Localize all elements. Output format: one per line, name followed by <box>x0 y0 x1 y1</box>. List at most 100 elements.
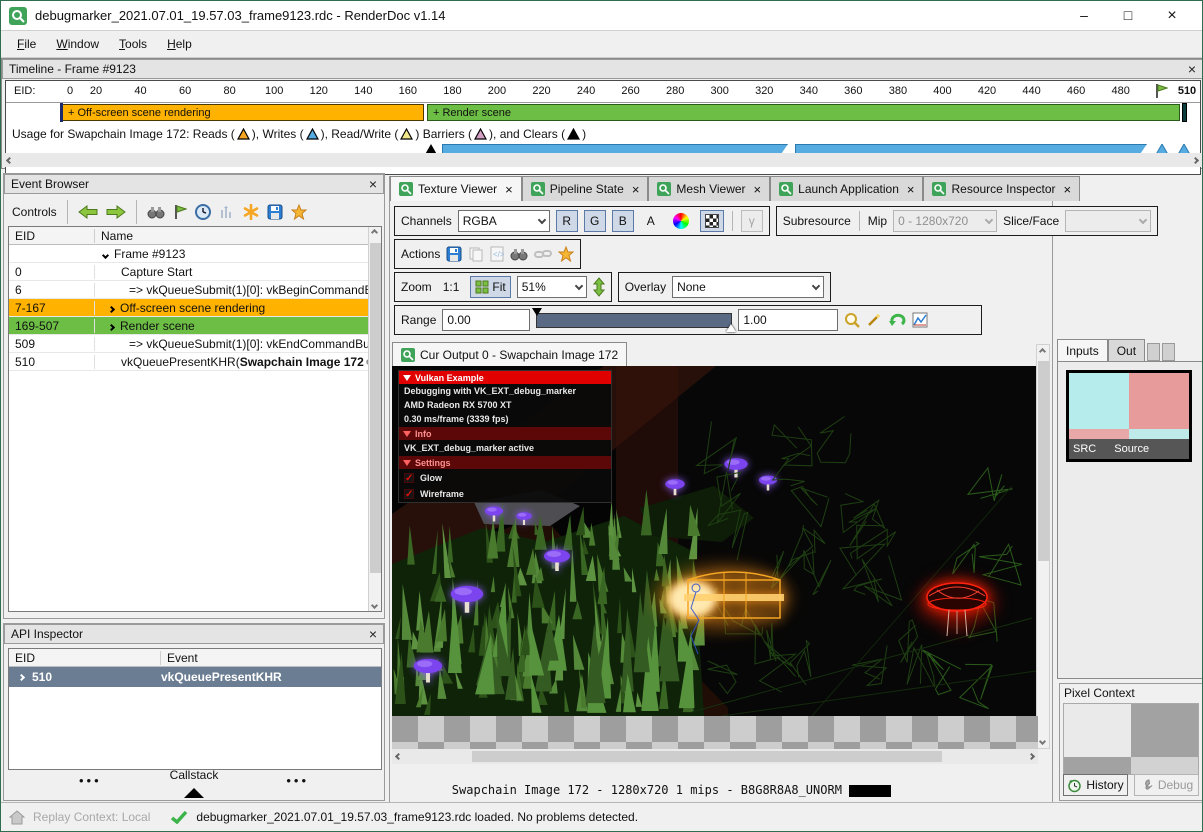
tab-scroll-left-button[interactable] <box>1147 343 1160 361</box>
tab-inputs[interactable]: Inputs <box>1057 339 1108 361</box>
range-black-point-handle[interactable] <box>532 308 542 316</box>
bookmark-list-icon[interactable] <box>243 204 259 220</box>
eid-column-header[interactable]: EID <box>9 229 95 243</box>
event-row[interactable]: 7-167Off-screen scene rendering <box>9 299 381 317</box>
range-slider[interactable] <box>536 310 732 330</box>
zoom-1to1-button[interactable]: 1:1 <box>438 276 465 298</box>
range-max-input[interactable]: 1.00 <box>738 309 838 331</box>
pixel-debug-button[interactable]: Debug <box>1134 774 1199 796</box>
open-shader-icon[interactable]: </> <box>490 246 504 262</box>
event-row[interactable]: Frame #9123 <box>9 245 381 263</box>
tab-texture-viewer[interactable]: Texture Viewer× <box>390 176 522 201</box>
export-events-icon[interactable] <box>267 204 283 220</box>
red-channel-button[interactable]: R <box>556 210 578 232</box>
tab-scroll-right-button[interactable] <box>1162 343 1175 361</box>
gamma-button[interactable]: γ <box>741 210 763 232</box>
zoom-fit-button[interactable]: Fit <box>470 276 510 298</box>
minimize-button[interactable]: – <box>1062 7 1106 25</box>
event-list-vscrollbar[interactable] <box>368 227 381 611</box>
imgui-line: Debugging with VK_EXT_debug_marker <box>399 384 611 398</box>
color-wheel-button[interactable] <box>668 210 694 232</box>
timeline-close-icon[interactable]: × <box>1188 62 1196 76</box>
event-row[interactable]: 510vkQueuePresentKHR(Swapchain Image 172… <box>9 353 381 371</box>
alpha-channel-button[interactable]: A <box>640 210 662 232</box>
save-texture-icon[interactable] <box>446 246 462 262</box>
name-column-header[interactable]: Name <box>95 229 133 243</box>
timeline-tick: 220 <box>532 85 550 97</box>
reset-range-icon[interactable] <box>888 312 906 328</box>
texture-image[interactable]: Vulkan Example Debugging with VK_EXT_deb… <box>392 366 1038 716</box>
texture-vscrollbar[interactable] <box>1036 344 1050 749</box>
app-status-bar: Replay Context: Local debugmarker_2021.0… <box>1 802 1202 831</box>
tab-launch-application[interactable]: Launch Application× <box>770 176 923 201</box>
timeline-hscrollbar[interactable] <box>3 153 1202 167</box>
event-row[interactable]: 6=> vkQueueSubmit(1)[0]: vkBeginCommandB… <box>9 281 381 299</box>
tab-resource-inspector[interactable]: Resource Inspector× <box>923 176 1080 201</box>
range-min-input[interactable]: 0.00 <box>442 309 530 331</box>
tab-close-icon[interactable]: × <box>907 182 915 197</box>
tab-mesh-viewer[interactable]: Mesh Viewer× <box>648 176 770 201</box>
subresource-group: Subresource Mip 0 - 1280x720 Slice/Face <box>776 206 1158 236</box>
statistics-icon[interactable] <box>219 205 235 219</box>
copy-texture-icon[interactable] <box>468 246 484 262</box>
next-event-button[interactable] <box>106 205 126 219</box>
slice-face-dropdown[interactable] <box>1065 210 1151 232</box>
tab-outputs[interactable]: Out <box>1108 339 1145 361</box>
find-event-icon[interactable] <box>147 205 165 219</box>
bookmark-icon[interactable] <box>291 204 307 220</box>
api-inspector-close-icon[interactable]: × <box>369 627 377 641</box>
maximize-button[interactable]: □ <box>1106 7 1150 25</box>
flip-y-icon[interactable] <box>593 277 605 297</box>
callstack-expand-handle[interactable] <box>184 788 204 798</box>
close-button[interactable]: × <box>1150 7 1194 25</box>
mip-dropdown[interactable]: 0 - 1280x720 <box>893 210 997 232</box>
tab-close-icon[interactable]: × <box>632 182 640 197</box>
open-resource-icon[interactable] <box>534 247 552 261</box>
checkbox-checked-icon: ✓ <box>404 473 414 483</box>
previous-event-button[interactable] <box>78 205 98 219</box>
channels-dropdown[interactable]: RGBA <box>458 210 550 232</box>
menu-bar: FileWindowToolsHelp <box>1 31 1202 58</box>
event-row[interactable]: 0Capture Start <box>9 263 381 281</box>
menu-file[interactable]: File <box>7 33 46 55</box>
menu-help[interactable]: Help <box>157 33 202 55</box>
replay-context-icon[interactable] <box>9 810 25 825</box>
tab-close-icon[interactable]: × <box>505 182 513 197</box>
histogram-icon[interactable] <box>912 312 928 328</box>
pixel-history-button[interactable]: History <box>1063 774 1128 796</box>
event-row[interactable]: 509=> vkQueueSubmit(1)[0]: vkEndCommandB… <box>9 335 381 353</box>
time-durations-icon[interactable] <box>195 204 211 220</box>
timeline-bar-renderscene[interactable]: + Render scene <box>427 104 1180 121</box>
input-thumbnail[interactable]: SRC Source <box>1066 370 1192 462</box>
autofit-range-icon[interactable] <box>844 312 860 328</box>
green-channel-button[interactable]: G <box>584 210 606 232</box>
timeline-bar-offscreen[interactable]: + Off-screen scene rendering <box>62 104 424 121</box>
tab-close-icon[interactable]: × <box>754 182 762 197</box>
api-eid-column-header[interactable]: EID <box>9 651 161 665</box>
tab-pipeline-state[interactable]: Pipeline State× <box>522 176 649 201</box>
event-browser-close-icon[interactable]: × <box>369 177 377 191</box>
timeline-tick: 380 <box>889 85 907 97</box>
pixel-context-preview[interactable] <box>1063 703 1199 775</box>
texture-hscrollbar[interactable] <box>392 749 1038 764</box>
menu-window[interactable]: Window <box>46 33 109 55</box>
goto-location-icon[interactable] <box>510 247 528 261</box>
current-output-tab[interactable]: Cur Output 0 - Swapchain Image 172 <box>392 342 627 366</box>
zoom-level-combo[interactable]: 51% <box>517 276 587 298</box>
timeline-tick: 120 <box>310 85 328 97</box>
api-selected-row[interactable]: 510 vkQueuePresentKHR <box>9 667 381 687</box>
tab-close-icon[interactable]: × <box>1064 182 1072 197</box>
event-list-header: EID Name <box>9 227 381 245</box>
api-event-column-header[interactable]: Event <box>161 651 198 665</box>
overlay-dropdown[interactable]: None <box>672 276 824 298</box>
blue-channel-button[interactable]: B <box>612 210 634 232</box>
range-wand-icon[interactable] <box>866 312 882 328</box>
custom-shader-icon[interactable] <box>558 246 574 262</box>
timeline-tick: 420 <box>978 85 996 97</box>
imgui-line: AMD Radeon RX 5700 XT <box>399 398 611 412</box>
checkerboard-background-button[interactable] <box>700 210 724 232</box>
event-row[interactable]: 169-507Render scene <box>9 317 381 335</box>
jump-to-eid-icon[interactable] <box>173 204 187 220</box>
range-white-point-handle[interactable] <box>726 324 736 332</box>
menu-tools[interactable]: Tools <box>109 33 157 55</box>
